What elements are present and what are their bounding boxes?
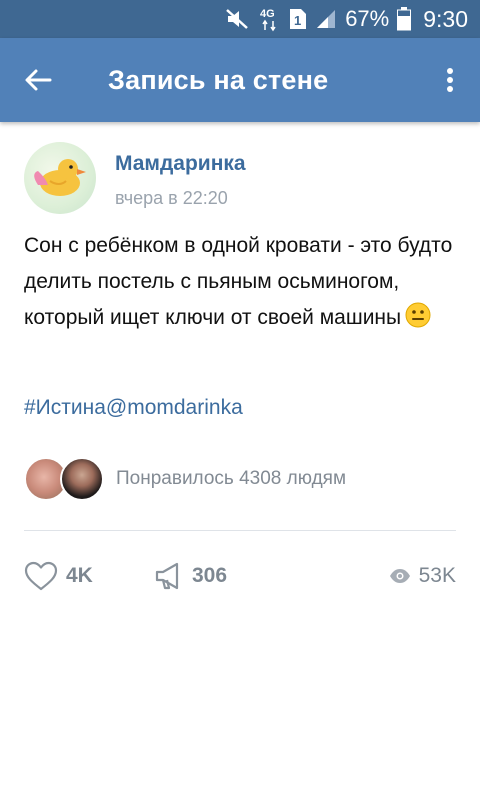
signal-icon <box>315 8 337 30</box>
more-vert-icon <box>447 68 453 92</box>
network-label: 4G <box>260 8 275 20</box>
share-button[interactable]: 306 <box>154 561 274 591</box>
app-bar: Запись на стене <box>0 38 480 122</box>
arrow-back-icon <box>25 69 52 91</box>
divider <box>24 530 456 531</box>
author-name[interactable]: Мамдаринка <box>115 152 246 176</box>
author-avatar[interactable] <box>24 142 96 214</box>
megaphone-icon <box>155 562 179 590</box>
views-count: 53K <box>418 564 456 587</box>
sim-icon: 1 <box>289 7 307 31</box>
network-4g-icon: 4G <box>259 6 281 32</box>
page-title: Запись на стене <box>108 64 329 95</box>
back-button[interactable] <box>0 38 76 122</box>
post-body: Сон с ребёнком в одной кровати - это буд… <box>24 234 453 329</box>
likes-count: 4K <box>66 564 93 587</box>
likes-summary[interactable]: Понравилось 4308 людям <box>24 456 346 502</box>
heart-icon <box>24 561 58 591</box>
neutral-face-icon <box>405 302 431 340</box>
views-counter: 53K <box>389 564 456 588</box>
battery-icon <box>397 7 412 31</box>
battery-percent: 67% <box>345 6 390 31</box>
liker-avatar <box>60 457 104 501</box>
post-header: Мамдаринка вчера в 22:20 <box>24 142 464 216</box>
eye-icon <box>389 569 410 583</box>
post-text: Сон с ребёнком в одной кровати - это буд… <box>24 228 454 340</box>
mute-icon <box>225 7 251 31</box>
post-actions: 4K 306 53K <box>24 556 456 596</box>
status-bar: 4G 1 67% 9:30 <box>0 0 480 38</box>
clock: 9:30 <box>423 5 468 32</box>
hashtag-link[interactable]: #Истина@momdarinka <box>24 396 243 420</box>
bird-logo-icon <box>34 159 86 196</box>
sim-slot-label: 1 <box>294 13 301 28</box>
like-button[interactable]: 4K <box>24 561 154 591</box>
post-date: вчера в 22:20 <box>115 188 228 208</box>
shares-count: 306 <box>192 564 228 587</box>
likes-text: Понравилось 4308 людям <box>116 468 347 489</box>
more-options-button[interactable] <box>420 38 480 122</box>
